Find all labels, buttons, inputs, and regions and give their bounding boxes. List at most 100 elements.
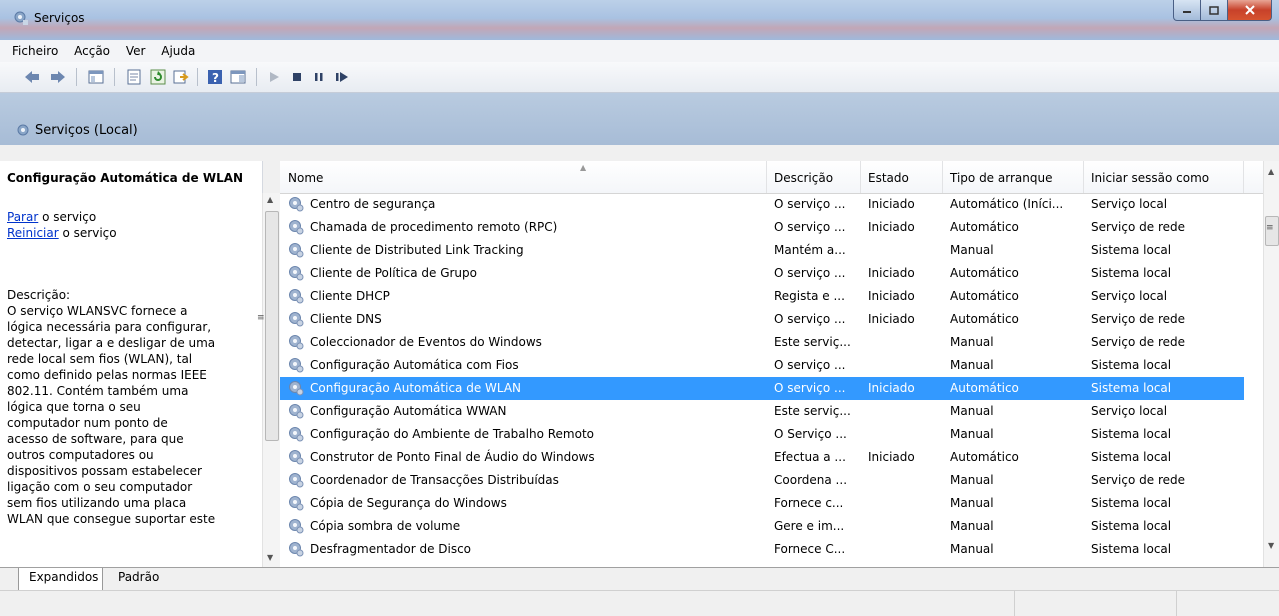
table-row[interactable]: Cópia sombra de volume Gere e im... Manual… <box>280 515 1244 538</box>
service-startup-type: Automático <box>950 289 1019 303</box>
service-log-on-as: Sistema local <box>1091 427 1172 441</box>
service-startup-type: Manual <box>950 542 994 556</box>
service-description: Este serviç... <box>774 404 851 418</box>
forward-button[interactable] <box>50 69 66 85</box>
service-name: Chamada de procedimento remoto (RPC) <box>310 220 558 234</box>
description-line: O serviço WLANSVC fornece a <box>7 304 188 318</box>
column-header-description[interactable]: Descrição <box>774 171 833 185</box>
window-controls <box>1173 0 1272 21</box>
restart-link-suffix: o serviço <box>58 226 117 240</box>
stop-link-suffix: o serviço <box>38 210 97 224</box>
service-gear-icon <box>289 404 304 419</box>
show-action-pane-button[interactable] <box>230 69 246 85</box>
menu-file[interactable]: Ficheiro <box>6 40 64 58</box>
table-row[interactable]: Cópia de Segurança do Windows Fornece c..… <box>280 492 1244 515</box>
service-description: Coordena ... <box>774 473 848 487</box>
table-row[interactable]: Configuração Automática WWAN Este serviç.… <box>280 400 1244 423</box>
restart-service-link[interactable]: Reiniciar <box>7 226 59 240</box>
table-row[interactable]: Chamada de procedimento remoto (RPC) O se… <box>280 216 1244 239</box>
properties-button[interactable] <box>126 69 142 85</box>
services-local-icon <box>17 124 29 136</box>
tab-standard[interactable]: Padrão <box>108 568 163 590</box>
tab-extended[interactable]: Expandidos <box>18 568 104 591</box>
column-header-startup-type[interactable]: Tipo de arranque <box>950 171 1052 185</box>
table-row[interactable]: Cliente DHCP Regista e ... Iniciado Automát… <box>280 285 1244 308</box>
service-name: Desfragmentador de Disco <box>310 542 472 556</box>
scroll-down-arrow-icon[interactable]: ▼ <box>267 553 273 562</box>
column-header-log-on-as[interactable]: Iniciar sessão como <box>1091 171 1209 185</box>
service-startup-type: Manual <box>950 473 994 487</box>
description-line: detectar, ligar a e desligar de uma <box>7 336 216 350</box>
service-description: O serviço ... <box>774 358 846 372</box>
table-row[interactable]: Cliente de Distributed Link Tracking Mant… <box>280 239 1244 262</box>
service-description: Gere e im... <box>774 519 845 533</box>
table-row[interactable]: Cliente DNS O serviço ... Iniciado Automáti… <box>280 308 1244 331</box>
menu-bar: Ficheiro Acção Ver Ajuda <box>0 40 1279 63</box>
minimize-icon <box>1183 11 1191 13</box>
table-row[interactable]: Desfragmentador de Disco Fornece C... Manu… <box>280 538 1244 561</box>
help-button[interactable]: ? <box>207 69 223 85</box>
refresh-button[interactable] <box>150 69 166 85</box>
description-line: computador num ponto de <box>7 416 168 430</box>
table-row[interactable]: Configuração do Ambiente de Trabalho Rem… <box>280 423 1244 446</box>
table-row[interactable]: Centro de segurança O serviço ... Iniciado… <box>280 193 1244 216</box>
scroll-up-arrow-icon[interactable]: ▲ <box>267 195 273 204</box>
list-scrollbar[interactable]: ▲ ≡ ▼ <box>1263 161 1279 567</box>
selected-service-title: Configuração Automática de WLAN <box>7 171 244 185</box>
description-scrollbar[interactable]: ▲ ≡ ▼ <box>257 193 280 567</box>
service-gear-icon <box>289 220 304 235</box>
service-gear-icon <box>289 197 304 212</box>
table-row[interactable]: Configuração Automática com Fios O serviç… <box>280 354 1244 377</box>
service-gear-icon <box>289 450 304 465</box>
service-gear-icon <box>289 519 304 534</box>
table-row[interactable]: Coordenador de Transacções Distribuídas C… <box>280 469 1244 492</box>
column-header-name[interactable]: Nome <box>288 171 323 185</box>
description-line: lógica que torna o seu <box>7 400 141 414</box>
description-line: WLAN que consegue suportar este <box>7 512 216 526</box>
menu-view[interactable]: Ver <box>120 40 152 58</box>
restart-service-button[interactable] <box>334 69 350 85</box>
service-status: Iniciado <box>868 381 915 395</box>
minimize-button[interactable] <box>1173 0 1201 21</box>
table-row[interactable]: Cliente de Política de Grupo O serviço ..… <box>280 262 1244 285</box>
service-gear-icon <box>289 312 304 327</box>
export-list-button[interactable] <box>173 69 189 85</box>
service-description-pane: Configuração Automática de WLAN Parar o … <box>0 161 263 567</box>
scroll-grip-icon: ≡ <box>257 313 265 323</box>
service-name: Configuração Automática com Fios <box>310 358 519 372</box>
description-line: ligação com o seu computador <box>7 480 193 494</box>
table-row[interactable]: Configuração Automática de WLAN O serviço… <box>280 377 1244 400</box>
description-line: rede local sem fios (WLAN), tal <box>7 352 193 366</box>
stop-service-button[interactable] <box>289 69 305 85</box>
service-log-on-as: Sistema local <box>1091 496 1172 510</box>
start-service-button[interactable] <box>266 69 282 85</box>
show-hide-console-tree-button[interactable] <box>88 69 104 85</box>
back-button[interactable] <box>24 69 40 85</box>
sort-ascending-icon: ▲ <box>580 163 587 172</box>
back-arrow-icon <box>25 71 39 83</box>
service-log-on-as: Sistema local <box>1091 266 1172 280</box>
close-button[interactable] <box>1228 0 1272 21</box>
menu-help[interactable]: Ajuda <box>155 40 201 58</box>
pause-service-button[interactable] <box>311 69 327 85</box>
description-scroll-thumb[interactable] <box>265 211 279 441</box>
table-row[interactable]: Coleccionador de Eventos do Windows Este … <box>280 331 1244 354</box>
maximize-button[interactable] <box>1201 0 1228 21</box>
table-row[interactable]: Construtor de Ponto Final de Áudio do Wi… <box>280 446 1244 469</box>
list-scroll-up-arrow-icon[interactable]: ▲ <box>1268 167 1274 176</box>
help-icon: ? <box>208 70 222 85</box>
services-app-icon <box>14 11 28 25</box>
menu-action[interactable]: Acção <box>68 40 116 58</box>
service-description: O serviço ... <box>774 266 846 280</box>
column-header-status[interactable]: Estado <box>868 171 909 185</box>
stop-service-link[interactable]: Parar <box>7 210 38 224</box>
service-name: Coleccionador de Eventos do Windows <box>310 335 542 349</box>
service-description: O serviço ... <box>774 197 846 211</box>
service-description: O serviço ... <box>774 381 846 395</box>
service-gear-icon <box>289 289 304 304</box>
service-status: Iniciado <box>868 220 915 234</box>
list-scroll-grip-icon: ≡ <box>1266 223 1274 233</box>
service-gear-icon <box>289 473 304 488</box>
status-bar-section <box>1014 591 1015 616</box>
list-scroll-down-arrow-icon[interactable]: ▼ <box>1268 541 1274 550</box>
